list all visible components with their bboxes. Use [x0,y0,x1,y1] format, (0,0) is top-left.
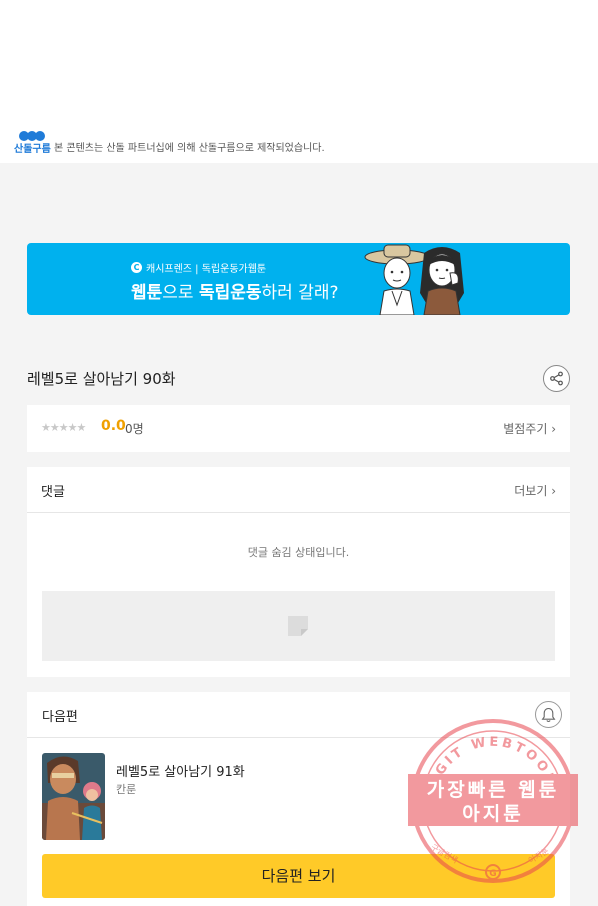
rating-card: ★★★★★ 0.0 0명 별점주기 › [27,405,570,452]
share-icon [550,371,563,386]
rating-count: 0명 [125,422,144,436]
banner-small-text: 캐시프렌즈 | 독립운동가웹툰 [146,264,267,275]
notification-button[interactable] [535,701,562,728]
next-episode-thumbnail[interactable] [42,753,105,840]
share-button[interactable] [543,365,570,392]
rating-stars: ★★★★★ [41,421,86,434]
comments-more-link[interactable]: 더보기 › [514,482,556,499]
banner-headline: 웹툰으로 독립운동하러 갈래? [131,283,339,303]
next-episode-header: 다음편 [27,692,570,738]
rating-score: 0.0 [101,418,126,434]
sandoll-cloud-logo-icon [19,126,45,141]
image-placeholder-icon [288,616,308,636]
promo-banner[interactable]: C 캐시프렌즈 | 독립운동가웹툰 웹툰으로 독립운동하러 갈래? [27,243,570,315]
font-notice: 산돌구름 본 콘텐츠는 산돌 파트너십에 의해 산돌구름으로 제작되었습니다. [14,126,584,156]
notice-text: 본 콘텐츠는 산돌 파트너십에 의해 산돌구름으로 제작되었습니다. [54,143,325,154]
comments-label: 댓글 [41,485,65,500]
episode-title: 레벨5로 살아남기 90화 [27,370,176,388]
rate-button[interactable]: 별점주기 › [503,420,556,437]
banner-characters-illustration [364,244,464,315]
next-episode-title[interactable]: 레벨5로 살아남기 91화 [116,761,245,780]
ad-placeholder [42,591,555,661]
next-episode-button[interactable]: 다음편 보기 [42,854,555,898]
comments-header: 댓글 더보기 › [27,467,570,513]
next-episode-author: 칸룬 [116,783,137,796]
comments-card: 댓글 더보기 › 댓글 숨김 상태입니다. [27,467,570,677]
notice-brand: 산돌구름 [14,144,51,155]
next-episode-card: 다음편 레벨5로 살아남기 91화 칸룬 다음편 보기 [27,692,570,906]
banner-subtitle: C 캐시프렌즈 | 독립운동가웹툰 [131,260,266,275]
bell-icon [541,707,556,722]
cashfriends-logo-icon: C [131,262,142,273]
next-episode-label: 다음편 [42,710,78,725]
comments-hidden-message: 댓글 숨김 상태입니다. [247,546,350,559]
